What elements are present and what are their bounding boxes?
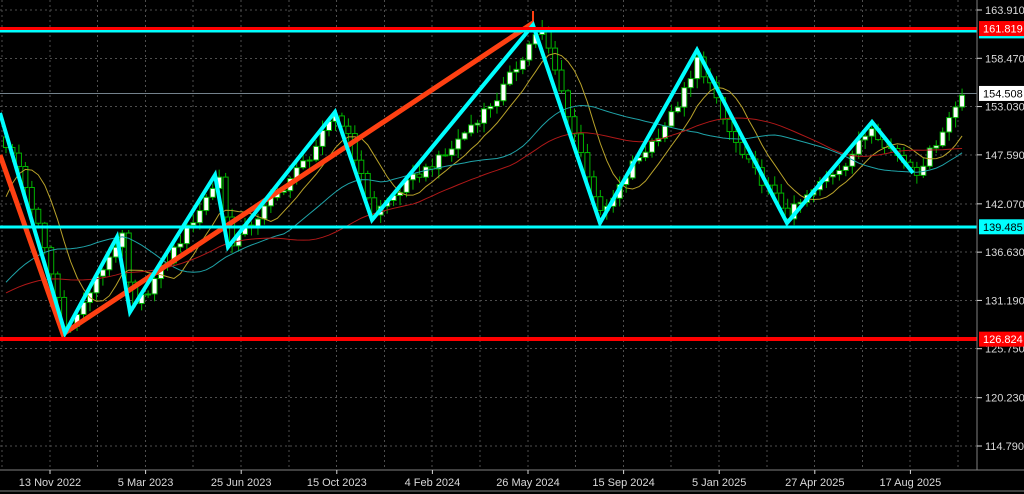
candle-body [462, 133, 467, 139]
price-highlight-text: 154.508 [983, 88, 1023, 100]
candle-body [501, 84, 506, 101]
price-tick-label: 153.030 [985, 102, 1024, 114]
candle-body [494, 101, 499, 107]
time-tick-label: 13 Nov 2022 [19, 477, 81, 489]
price-tick-label: 120.230 [985, 393, 1024, 405]
candle-body [346, 126, 351, 133]
candle-body [727, 119, 732, 131]
candle-body [514, 69, 519, 72]
candle-body [559, 70, 564, 91]
candle-body [953, 107, 958, 118]
candle-body [210, 188, 215, 197]
candle-body [688, 79, 693, 88]
candle-body [423, 167, 428, 177]
price-tick-label: 131.190 [985, 295, 1024, 307]
candle-body [359, 160, 364, 173]
candle-body [553, 48, 558, 70]
time-tick-label: 27 Apr 2025 [785, 477, 844, 489]
candle-body [126, 233, 131, 282]
price-highlight-text: 161.819 [983, 24, 1023, 36]
time-tick-label: 4 Feb 2024 [405, 477, 461, 489]
candle-body [204, 197, 209, 210]
candle-body [365, 173, 370, 197]
candle-body [417, 174, 422, 177]
candle-body [675, 107, 680, 112]
price-chart-canvas[interactable]: 163.910 158.470 153.030 147.590 142.070 136.6… [0, 0, 1024, 494]
candle-body [482, 109, 487, 123]
price-tick-label: 163.910 [985, 5, 1024, 17]
candle-body [49, 248, 54, 274]
candle-body [669, 112, 674, 126]
time-tick-label: 5 Jan 2025 [692, 477, 746, 489]
candle-body [197, 211, 202, 223]
candle-body [488, 106, 493, 108]
price-highlight-text: 139.485 [983, 222, 1023, 234]
candle-body [914, 167, 919, 175]
candle-body [837, 170, 842, 174]
candle-body [262, 206, 267, 219]
time-tick-label: 17 Aug 2025 [880, 477, 942, 489]
candle-body [36, 209, 41, 223]
candle-body [314, 146, 319, 160]
candle-body [436, 155, 441, 169]
candle-body [960, 95, 965, 107]
candle-body [191, 223, 196, 226]
candle-body [643, 152, 648, 157]
price-highlight-text: 126.824 [983, 334, 1023, 346]
candle-body [927, 148, 932, 166]
candle-body [940, 132, 945, 146]
candle-body [650, 141, 655, 152]
candle-body [507, 72, 512, 84]
candle-body [947, 118, 952, 132]
candle-body [572, 117, 577, 134]
price-highlight-label: 154.508 [979, 86, 1024, 101]
candle-body [152, 279, 157, 294]
time-tick-label: 15 Sep 2024 [592, 477, 654, 489]
candle-body [682, 88, 687, 107]
candle-body [934, 146, 939, 148]
candle-body [863, 136, 868, 140]
time-tick-label: 15 Oct 2023 [307, 477, 367, 489]
price-tick-label: 114.790 [985, 441, 1024, 453]
candle-body [307, 160, 312, 161]
candle-body [29, 187, 34, 209]
candle-body [695, 57, 700, 79]
time-tick-label: 26 May 2024 [496, 477, 560, 489]
candle-body [146, 294, 151, 295]
time-tick-label: 5 Mar 2023 [118, 477, 174, 489]
price-tick-label: 158.470 [985, 53, 1024, 65]
candle-body [869, 129, 874, 137]
trading-chart-window: 163.910 158.470 153.030 147.590 142.070 136.6… [0, 0, 1024, 494]
price-tick-label: 142.070 [985, 199, 1024, 211]
candle-body [100, 270, 105, 276]
candle-body [475, 123, 480, 125]
candle-body [527, 44, 532, 60]
time-tick-label: 25 Jun 2023 [211, 477, 272, 489]
candle-body [585, 153, 590, 177]
candle-body [107, 257, 112, 270]
candle-body [566, 91, 571, 117]
candle-body [830, 175, 835, 177]
price-highlight-label: 126.824 [979, 332, 1024, 347]
candle-body [55, 274, 60, 297]
candle-body [469, 125, 474, 133]
candle-body [449, 149, 454, 155]
price-highlight-label: 139.485 [979, 219, 1024, 234]
price-tick-label: 147.590 [985, 150, 1024, 162]
candle-body [733, 132, 738, 143]
price-tick-label: 136.630 [985, 247, 1024, 259]
candle-body [443, 155, 448, 156]
candle-body [301, 161, 306, 168]
candle-body [843, 166, 848, 170]
candle-body [178, 244, 183, 247]
candle-body [578, 134, 583, 153]
candle-body [520, 60, 525, 69]
candle-body [120, 233, 125, 247]
price-highlight-label: 161.819 [979, 21, 1024, 36]
candle-body [598, 197, 603, 211]
candle-body [456, 139, 461, 149]
